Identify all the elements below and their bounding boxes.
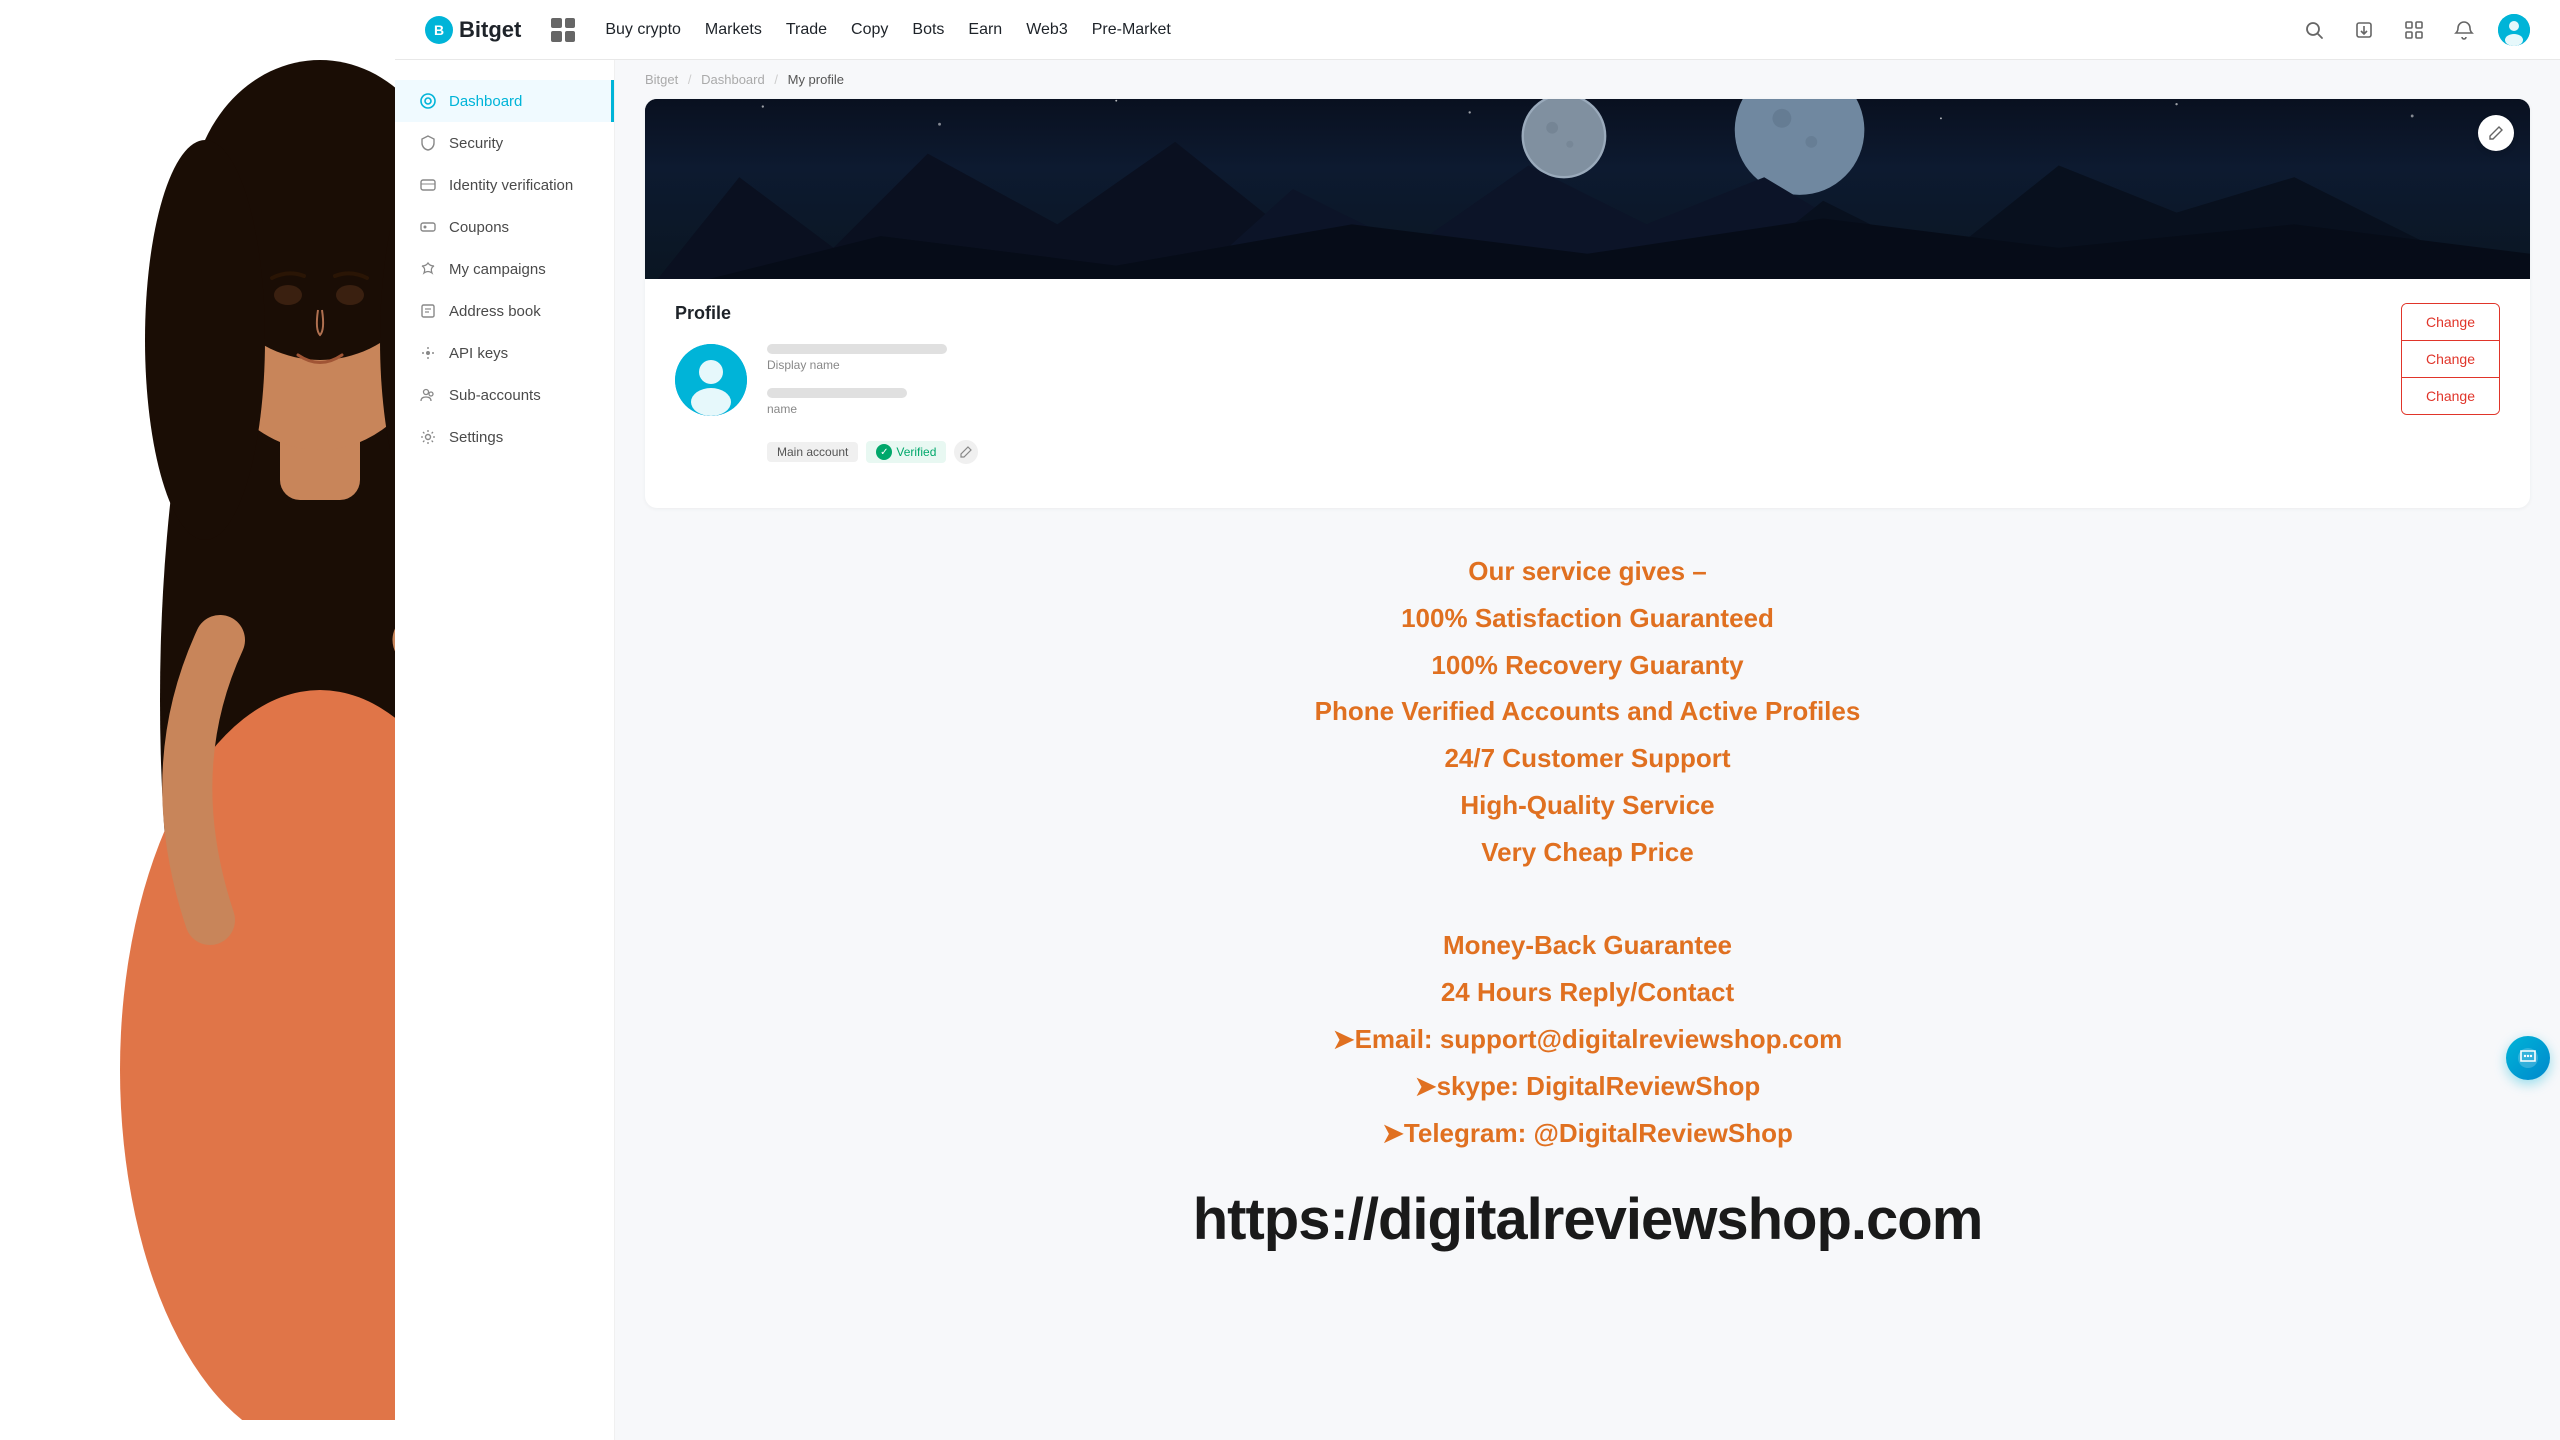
search-icon[interactable] bbox=[2298, 14, 2330, 46]
nav-trade[interactable]: Trade bbox=[786, 21, 827, 39]
navbar: B Bitget Buy crypto Markets Trade Copy B… bbox=[395, 0, 2560, 60]
promo-item-5: Very Cheap Price bbox=[675, 829, 2500, 876]
banner-edit-button[interactable] bbox=[2478, 115, 2514, 151]
change-button-2[interactable]: Change bbox=[2402, 341, 2499, 378]
sidebar-label-settings: Settings bbox=[449, 429, 503, 446]
display-name-label: Display name bbox=[767, 358, 2500, 372]
nav-copy[interactable]: Copy bbox=[851, 21, 888, 39]
breadcrumb-current: My profile bbox=[788, 72, 844, 87]
sidebar-label-campaigns: My campaigns bbox=[449, 261, 546, 278]
sidebar-label-identity: Identity verification bbox=[449, 177, 573, 194]
promo-contact-2: ➤skype: DigitalReviewShop bbox=[675, 1063, 2500, 1110]
display-name-value-bar bbox=[767, 344, 947, 354]
breadcrumb: Bitget / Dashboard / My profile bbox=[615, 60, 2560, 99]
sidebar: Dashboard Security Identity verification bbox=[395, 60, 615, 1440]
profile-container: Profile bbox=[645, 99, 2530, 508]
promo-contact-1: ➤Email: support@digitalreviewshop.com bbox=[675, 1016, 2500, 1063]
promo-item-1: 100% Recovery Guaranty bbox=[675, 642, 2500, 689]
nav-right-icons bbox=[2298, 14, 2530, 46]
brand-logo-icon: B bbox=[425, 16, 453, 44]
username-value-bar bbox=[767, 388, 907, 398]
profile-section: Profile bbox=[645, 279, 2530, 508]
sidebar-item-campaigns[interactable]: My campaigns bbox=[395, 248, 614, 290]
breadcrumb-sep-2: / bbox=[774, 72, 778, 87]
sidebar-item-coupons[interactable]: Coupons bbox=[395, 206, 614, 248]
profile-banner bbox=[645, 99, 2530, 279]
sidebar-item-sub-accounts[interactable]: Sub-accounts bbox=[395, 374, 614, 416]
promo-item-4: High-Quality Service bbox=[675, 782, 2500, 829]
coupons-icon bbox=[419, 218, 437, 236]
nav-earn[interactable]: Earn bbox=[968, 21, 1002, 39]
chat-float-button[interactable] bbox=[2506, 1036, 2550, 1080]
api-icon bbox=[419, 344, 437, 362]
download-icon[interactable] bbox=[2348, 14, 2380, 46]
main-panel: Bitget / Dashboard / My profile bbox=[615, 60, 2560, 1440]
bell-icon[interactable] bbox=[2448, 14, 2480, 46]
sidebar-item-security[interactable]: Security bbox=[395, 122, 614, 164]
brand-logo[interactable]: B Bitget bbox=[425, 16, 521, 44]
change-button-1[interactable]: Change bbox=[2402, 304, 2499, 341]
sidebar-label-coupons: Coupons bbox=[449, 219, 509, 236]
nav-web3[interactable]: Web3 bbox=[1026, 21, 1068, 39]
campaigns-icon bbox=[419, 260, 437, 278]
apps-menu-icon[interactable] bbox=[551, 18, 575, 42]
sidebar-item-api[interactable]: API keys bbox=[395, 332, 614, 374]
settings-icon bbox=[419, 428, 437, 446]
nav-buy-crypto[interactable]: Buy crypto bbox=[605, 21, 681, 39]
promo-section: Our service gives – 100% Satisfaction Gu… bbox=[615, 508, 2560, 1293]
security-icon bbox=[419, 134, 437, 152]
sidebar-item-settings[interactable]: Settings bbox=[395, 416, 614, 458]
profile-fields: Display name name Main account ✓ Verifie… bbox=[767, 344, 2500, 464]
main-account-badge: Main account bbox=[767, 442, 858, 462]
main-content: B Bitget Buy crypto Markets Trade Copy B… bbox=[395, 0, 2560, 1440]
sidebar-item-identity[interactable]: Identity verification bbox=[395, 164, 614, 206]
promo-service-title: Our service gives – bbox=[675, 548, 2500, 595]
sidebar-label-security: Security bbox=[449, 135, 503, 152]
sidebar-label-address: Address book bbox=[449, 303, 541, 320]
breadcrumb-sep-1: / bbox=[688, 72, 692, 87]
profile-avatar[interactable] bbox=[675, 344, 747, 416]
promo-item-3: 24/7 Customer Support bbox=[675, 735, 2500, 782]
edit-badge-button[interactable] bbox=[954, 440, 978, 464]
breadcrumb-bitget[interactable]: Bitget bbox=[645, 72, 678, 87]
breadcrumb-dashboard[interactable]: Dashboard bbox=[701, 72, 765, 87]
dashboard-icon bbox=[419, 92, 437, 110]
promo-contact-0: 24 Hours Reply/Contact bbox=[675, 969, 2500, 1016]
promo-url[interactable]: https://digitalreviewshop.com bbox=[675, 1186, 2500, 1253]
sidebar-label-api: API keys bbox=[449, 345, 508, 362]
identity-icon bbox=[419, 176, 437, 194]
username-label: name bbox=[767, 402, 2500, 416]
sidebar-item-dashboard[interactable]: Dashboard bbox=[395, 80, 614, 122]
nav-pre-market[interactable]: Pre-Market bbox=[1092, 21, 1171, 39]
username-field: name bbox=[767, 388, 2500, 416]
brand-name: Bitget bbox=[459, 17, 521, 43]
promo-contact-title: Money-Back Guarantee bbox=[675, 922, 2500, 969]
nav-markets[interactable]: Markets bbox=[705, 21, 762, 39]
sidebar-label-dashboard: Dashboard bbox=[449, 93, 522, 110]
verified-label: Verified bbox=[896, 445, 936, 459]
user-avatar[interactable] bbox=[2498, 14, 2530, 46]
scan-icon[interactable] bbox=[2398, 14, 2430, 46]
nav-bots[interactable]: Bots bbox=[912, 21, 944, 39]
promo-content: Our service gives – 100% Satisfaction Gu… bbox=[675, 548, 2500, 1156]
svg-text:B: B bbox=[434, 22, 444, 38]
address-icon bbox=[419, 302, 437, 320]
verified-badge: ✓ Verified bbox=[866, 441, 946, 463]
sub-accounts-icon bbox=[419, 386, 437, 404]
nav-items: Buy crypto Markets Trade Copy Bots Earn … bbox=[605, 21, 2268, 39]
verified-check-icon: ✓ bbox=[876, 444, 892, 460]
sidebar-label-sub-accounts: Sub-accounts bbox=[449, 387, 541, 404]
change-button-3[interactable]: Change bbox=[2402, 378, 2499, 414]
promo-contact-3: ➤Telegram: @DigitalReviewShop bbox=[675, 1110, 2500, 1157]
profile-row: Display name name Main account ✓ Verifie… bbox=[675, 344, 2500, 464]
promo-item-2: Phone Verified Accounts and Active Profi… bbox=[675, 688, 2500, 735]
profile-title: Profile bbox=[675, 303, 2500, 324]
display-name-field: Display name bbox=[767, 344, 2500, 372]
promo-item-0: 100% Satisfaction Guaranteed bbox=[675, 595, 2500, 642]
change-buttons-group: Change Change Change bbox=[2401, 303, 2500, 415]
sidebar-item-address[interactable]: Address book bbox=[395, 290, 614, 332]
account-badges: Main account ✓ Verified bbox=[767, 440, 2500, 464]
